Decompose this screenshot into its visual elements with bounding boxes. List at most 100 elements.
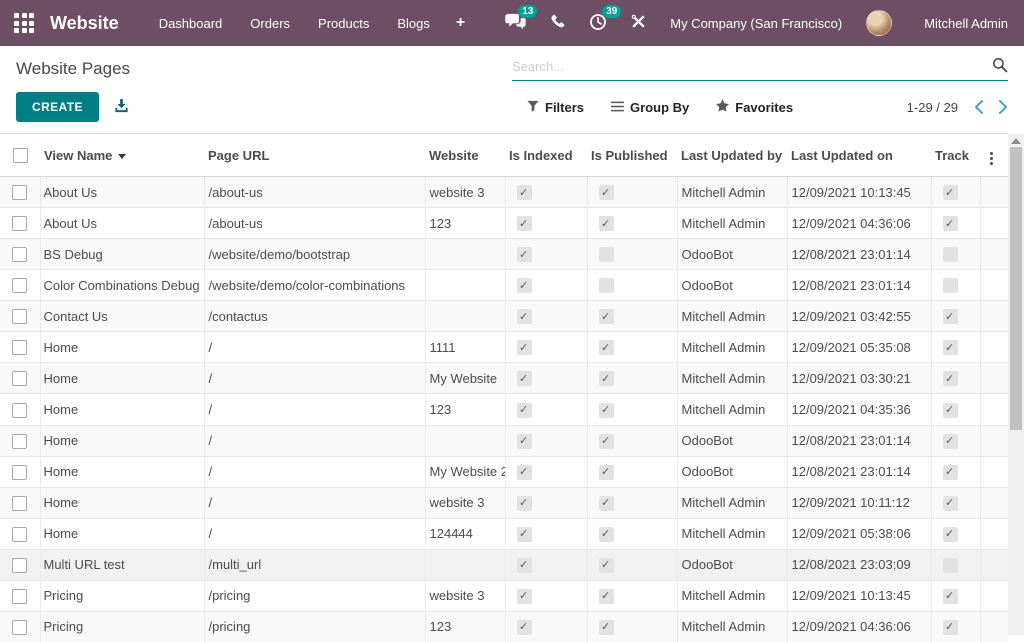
last-updated-by-cell[interactable]: Mitchell Admin	[677, 177, 787, 208]
last-updated-on-cell[interactable]: 12/09/2021 03:42:55	[787, 301, 931, 332]
last-updated-on-cell[interactable]: 12/08/2021 23:03:09	[787, 549, 931, 580]
row-select-checkbox[interactable]	[12, 185, 27, 200]
row-select-checkbox[interactable]	[12, 527, 27, 542]
view-name-cell[interactable]: Pricing	[40, 580, 204, 611]
table-row[interactable]: About Us /about-us 123 Mitchell Admin 12…	[0, 208, 1008, 239]
page-url-cell[interactable]: /	[204, 487, 425, 518]
row-select-checkbox[interactable]	[12, 216, 27, 231]
row-select-checkbox[interactable]	[12, 309, 27, 324]
view-name-cell[interactable]: Color Combinations Debug	[40, 270, 204, 301]
page-url-cell[interactable]: /pricing	[204, 580, 425, 611]
view-name-cell[interactable]: Home	[40, 332, 204, 363]
last-updated-on-cell[interactable]: 12/09/2021 05:38:06	[787, 518, 931, 549]
page-url-cell[interactable]: /website/demo/color-combinations	[204, 270, 425, 301]
website-cell[interactable]	[425, 425, 505, 456]
page-url-cell[interactable]: /pricing	[204, 611, 425, 642]
filters-button[interactable]: Filters	[527, 100, 584, 115]
page-url-cell[interactable]: /	[204, 425, 425, 456]
last-updated-on-cell[interactable]: 12/09/2021 04:35:36	[787, 394, 931, 425]
column-header-page-url[interactable]: Page URL	[204, 134, 425, 177]
table-row[interactable]: Pricing /pricing website 3 Mitchell Admi…	[0, 580, 1008, 611]
page-url-cell[interactable]: /	[204, 332, 425, 363]
table-row[interactable]: Contact Us /contactus Mitchell Admin 12/…	[0, 301, 1008, 332]
view-name-cell[interactable]: About Us	[40, 177, 204, 208]
last-updated-on-cell[interactable]: 12/09/2021 10:11:12	[787, 487, 931, 518]
row-select-checkbox[interactable]	[12, 403, 27, 418]
website-cell[interactable]	[425, 270, 505, 301]
website-cell[interactable]: 124444	[425, 518, 505, 549]
column-header-is-published[interactable]: Is Published	[587, 134, 677, 177]
last-updated-by-cell[interactable]: Mitchell Admin	[677, 301, 787, 332]
app-name[interactable]: Website	[50, 13, 119, 34]
table-row[interactable]: Home / 123 Mitchell Admin 12/09/2021 04:…	[0, 394, 1008, 425]
pager-previous-button[interactable]	[974, 100, 983, 114]
table-row[interactable]: BS Debug /website/demo/bootstrap OdooBot…	[0, 239, 1008, 270]
page-url-cell[interactable]: /	[204, 363, 425, 394]
create-button[interactable]: CREATE	[16, 92, 99, 122]
website-cell[interactable]: My Website 2	[425, 456, 505, 487]
table-row[interactable]: Home / website 3 Mitchell Admin 12/09/20…	[0, 487, 1008, 518]
page-url-cell[interactable]: /	[204, 456, 425, 487]
website-cell[interactable]: website 3	[425, 580, 505, 611]
last-updated-on-cell[interactable]: 12/08/2021 23:01:14	[787, 270, 931, 301]
last-updated-by-cell[interactable]: Mitchell Admin	[677, 487, 787, 518]
website-cell[interactable]: 1111	[425, 332, 505, 363]
activities-button[interactable]: 39	[589, 13, 607, 34]
page-url-cell[interactable]: /	[204, 394, 425, 425]
menu-products[interactable]: Products	[304, 2, 383, 45]
table-row[interactable]: Color Combinations Debug /website/demo/c…	[0, 270, 1008, 301]
last-updated-by-cell[interactable]: Mitchell Admin	[677, 611, 787, 642]
table-row[interactable]: Home / 124444 Mitchell Admin 12/09/2021 …	[0, 518, 1008, 549]
last-updated-by-cell[interactable]: OdooBot	[677, 425, 787, 456]
column-header-last-updated-by[interactable]: Last Updated by	[677, 134, 787, 177]
view-name-cell[interactable]: Home	[40, 394, 204, 425]
view-name-cell[interactable]: About Us	[40, 208, 204, 239]
page-url-cell[interactable]: /website/demo/bootstrap	[204, 239, 425, 270]
table-row[interactable]: Home / 1111 Mitchell Admin 12/09/2021 05…	[0, 332, 1008, 363]
row-select-checkbox[interactable]	[12, 558, 27, 573]
export-button[interactable]	[114, 98, 129, 116]
view-name-cell[interactable]: Home	[40, 425, 204, 456]
messages-button[interactable]: 13	[505, 13, 526, 33]
row-select-checkbox[interactable]	[12, 247, 27, 262]
apps-menu-icon[interactable]	[14, 13, 34, 33]
website-cell[interactable]: 123	[425, 611, 505, 642]
row-select-checkbox[interactable]	[12, 278, 27, 293]
scrollbar-thumb[interactable]	[1010, 147, 1022, 430]
website-cell[interactable]	[425, 549, 505, 580]
table-row[interactable]: Home / My Website 2 OdooBot 12/08/2021 2…	[0, 456, 1008, 487]
view-name-cell[interactable]: Home	[40, 518, 204, 549]
user-menu[interactable]: Mitchell Admin	[924, 16, 1008, 31]
website-cell[interactable]: 123	[425, 394, 505, 425]
calls-button[interactable]	[550, 14, 565, 32]
page-url-cell[interactable]: /about-us	[204, 208, 425, 239]
last-updated-by-cell[interactable]: Mitchell Admin	[677, 580, 787, 611]
favorites-button[interactable]: Favorites	[716, 99, 793, 115]
last-updated-by-cell[interactable]: Mitchell Admin	[677, 518, 787, 549]
row-select-checkbox[interactable]	[12, 496, 27, 511]
row-select-checkbox[interactable]	[12, 371, 27, 386]
magnifier-icon[interactable]	[992, 57, 1008, 76]
last-updated-on-cell[interactable]: 12/09/2021 04:36:06	[787, 611, 931, 642]
view-name-cell[interactable]: Home	[40, 487, 204, 518]
last-updated-by-cell[interactable]: Mitchell Admin	[677, 363, 787, 394]
table-row[interactable]: Home / OdooBot 12/08/2021 23:01:14	[0, 425, 1008, 456]
website-cell[interactable]: 123	[425, 208, 505, 239]
page-url-cell[interactable]: /about-us	[204, 177, 425, 208]
user-avatar[interactable]	[866, 10, 892, 36]
last-updated-on-cell[interactable]: 12/09/2021 03:30:21	[787, 363, 931, 394]
website-cell[interactable]	[425, 239, 505, 270]
row-select-checkbox[interactable]	[12, 620, 27, 635]
last-updated-on-cell[interactable]: 12/09/2021 05:35:08	[787, 332, 931, 363]
last-updated-on-cell[interactable]: 12/08/2021 23:01:14	[787, 456, 931, 487]
table-row[interactable]: Pricing /pricing 123 Mitchell Admin 12/0…	[0, 611, 1008, 642]
view-name-cell[interactable]: BS Debug	[40, 239, 204, 270]
column-header-view-name[interactable]: View Name	[40, 134, 204, 177]
column-header-last-updated-on[interactable]: Last Updated on	[787, 134, 931, 177]
column-options-button[interactable]	[980, 134, 1008, 177]
last-updated-by-cell[interactable]: Mitchell Admin	[677, 332, 787, 363]
website-cell[interactable]	[425, 301, 505, 332]
last-updated-by-cell[interactable]: OdooBot	[677, 239, 787, 270]
row-select-checkbox[interactable]	[12, 589, 27, 604]
last-updated-by-cell[interactable]: OdooBot	[677, 456, 787, 487]
